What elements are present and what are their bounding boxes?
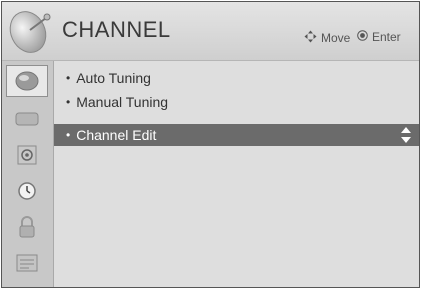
sidebar-item-audio[interactable] (6, 103, 48, 135)
sidebar-item-time[interactable] (6, 175, 48, 207)
clock-icon (18, 182, 36, 200)
channel-menu-list: • Auto Tuning • Manual Tuning • Channel … (54, 61, 419, 287)
sidebar-item-setup[interactable] (6, 139, 48, 171)
sidebar-item-picture[interactable] (6, 65, 48, 97)
satellite-dish-icon (9, 11, 51, 53)
picture-icon (15, 71, 39, 91)
category-sidebar (2, 61, 54, 287)
setup-icon (17, 145, 37, 165)
hint-move: Move (304, 30, 350, 46)
hint-enter: Enter (357, 30, 401, 44)
menu-item-auto-tuning[interactable]: • Auto Tuning (54, 67, 419, 89)
four-way-arrows-icon (304, 30, 317, 46)
menu-item-label: Manual Tuning (76, 94, 169, 110)
menu-header: CHANNEL Move Enter (2, 2, 419, 61)
menu-item-label: Channel Edit (76, 127, 157, 143)
up-down-arrows-icon (401, 127, 411, 143)
menu-item-manual-tuning[interactable]: • Manual Tuning (54, 91, 419, 113)
sidebar-item-lock[interactable] (6, 211, 48, 243)
hint-enter-label: Enter (372, 30, 401, 44)
menu-item-channel-edit[interactable]: • Channel Edit (54, 124, 419, 146)
lock-icon (19, 216, 35, 238)
bullet: • (66, 95, 71, 109)
ok-button-icon (357, 30, 368, 44)
audio-icon (15, 112, 39, 126)
bullet: • (66, 128, 71, 142)
channel-menu-panel: CHANNEL Move Enter • Auto Tuning • Manua… (1, 1, 420, 288)
menu-item-label: Auto Tuning (76, 70, 151, 86)
sidebar-item-option[interactable] (6, 247, 48, 279)
bullet: • (66, 71, 71, 85)
page-title: CHANNEL (62, 17, 171, 42)
hint-move-label: Move (321, 31, 351, 45)
option-icon (16, 254, 38, 272)
